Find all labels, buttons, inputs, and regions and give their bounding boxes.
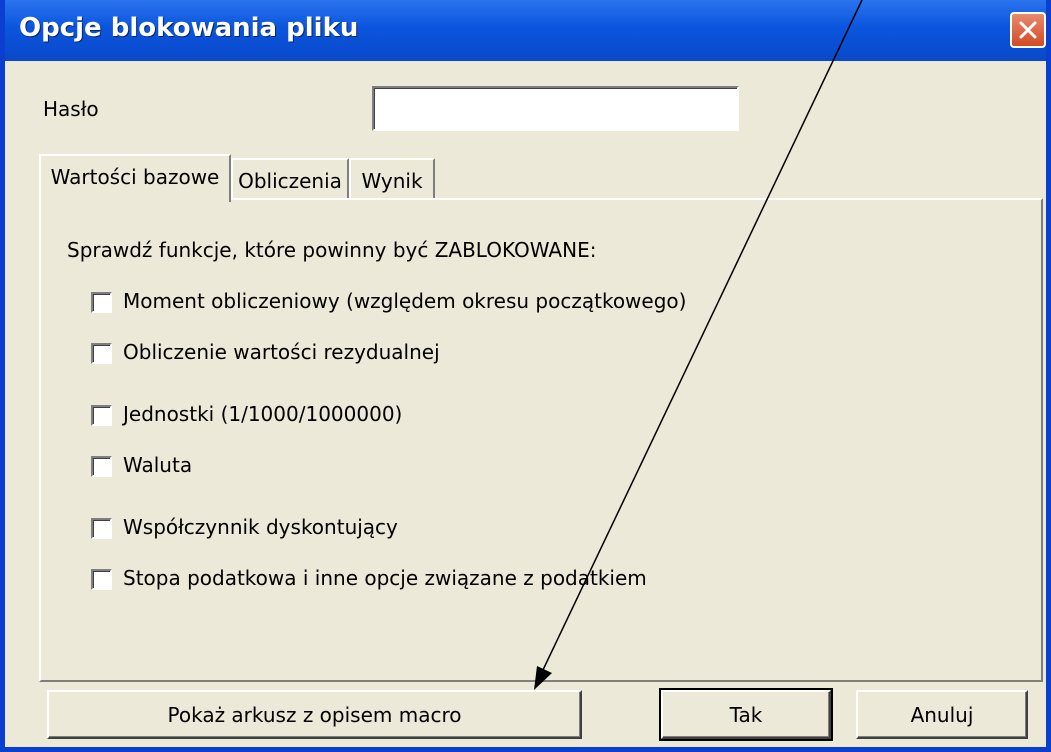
checkbox[interactable] [91, 518, 112, 539]
checkbox[interactable] [91, 405, 112, 426]
title-bar[interactable]: Opcje blokowania pliku [5, 0, 1046, 61]
dialog-window: Opcje blokowania pliku Hasło Wartości ba… [0, 0, 1051, 752]
checkbox[interactable] [91, 456, 112, 477]
option-label: Stopa podatkowa i inne opcje związane z … [123, 566, 647, 590]
tab-panel: Sprawdź funkcje, które powinny być ZABLO… [39, 198, 1043, 682]
tab-obliczenia[interactable]: Obliczenia [231, 158, 349, 200]
ok-button[interactable]: Tak [659, 688, 833, 741]
instruction-text: Sprawdź funkcje, które powinny być ZABLO… [67, 238, 597, 262]
option-label: Waluta [123, 453, 193, 477]
option-label: Moment obliczeniowy (względem okresu poc… [123, 289, 687, 313]
close-icon [1019, 21, 1037, 39]
option-label: Współczynnik dyskontujący [123, 515, 398, 539]
password-label: Hasło [43, 97, 99, 121]
checkbox[interactable] [91, 343, 112, 364]
cancel-button[interactable]: Anuluj [856, 690, 1028, 739]
show-macro-sheet-button[interactable]: Pokaż arkusz z opisem macro [47, 690, 582, 739]
tab-wartosci-bazowe[interactable]: Wartości bazowe [39, 154, 231, 202]
window-title: Opcje blokowania pliku [19, 13, 359, 43]
tab-wynik[interactable]: Wynik [349, 158, 435, 200]
checkbox[interactable] [91, 569, 112, 590]
option-label: Jednostki (1/1000/1000000) [123, 402, 403, 426]
password-input[interactable] [372, 86, 739, 131]
checkbox[interactable] [91, 292, 112, 313]
close-button[interactable] [1010, 12, 1046, 48]
option-label: Obliczenie wartości rezydualnej [123, 340, 440, 364]
